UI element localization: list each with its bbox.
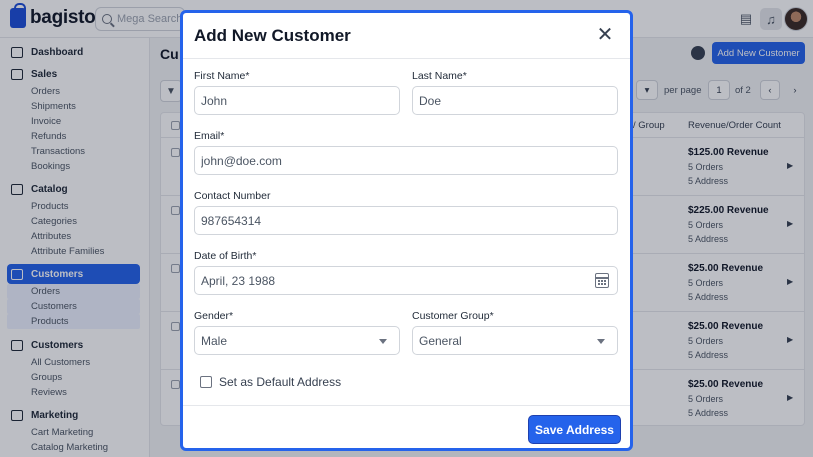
calendar-icon[interactable] [595,273,609,288]
date-of-birth-input[interactable] [201,273,617,288]
last-name-field[interactable] [412,86,618,115]
modal-footer-divider [183,405,630,406]
gender-select[interactable]: Male [194,326,400,355]
default-address-checkbox[interactable] [200,376,212,388]
last-name-input[interactable] [419,93,617,108]
save-address-button[interactable]: Save Address [528,415,621,444]
contact-number-label: Contact Number [194,190,271,202]
email-input[interactable] [201,153,617,168]
date-of-birth-label: Date of Birth* [194,250,257,262]
contact-number-input[interactable] [201,213,617,228]
first-name-field[interactable] [194,86,400,115]
customer-group-value: General [419,333,462,348]
close-icon[interactable]: ✕ [595,25,615,45]
contact-number-field[interactable] [194,206,618,235]
first-name-input[interactable] [201,93,399,108]
default-address-label[interactable]: Set as Default Address [219,375,341,389]
date-of-birth-field[interactable] [194,266,618,295]
customer-group-select[interactable]: General [412,326,618,355]
customer-group-label: Customer Group* [412,310,494,322]
last-name-label: Last Name* [412,70,467,82]
add-customer-modal: Add New Customer ✕ First Name* Last Name… [180,10,633,451]
email-field[interactable] [194,146,618,175]
modal-header: Add New Customer ✕ [183,13,630,59]
gender-value: Male [201,333,228,348]
gender-label: Gender* [194,310,234,322]
chevron-down-icon [597,339,605,344]
modal-title: Add New Customer [194,26,351,45]
chevron-down-icon [379,339,387,344]
first-name-label: First Name* [194,70,250,82]
email-label: Email* [194,130,225,142]
